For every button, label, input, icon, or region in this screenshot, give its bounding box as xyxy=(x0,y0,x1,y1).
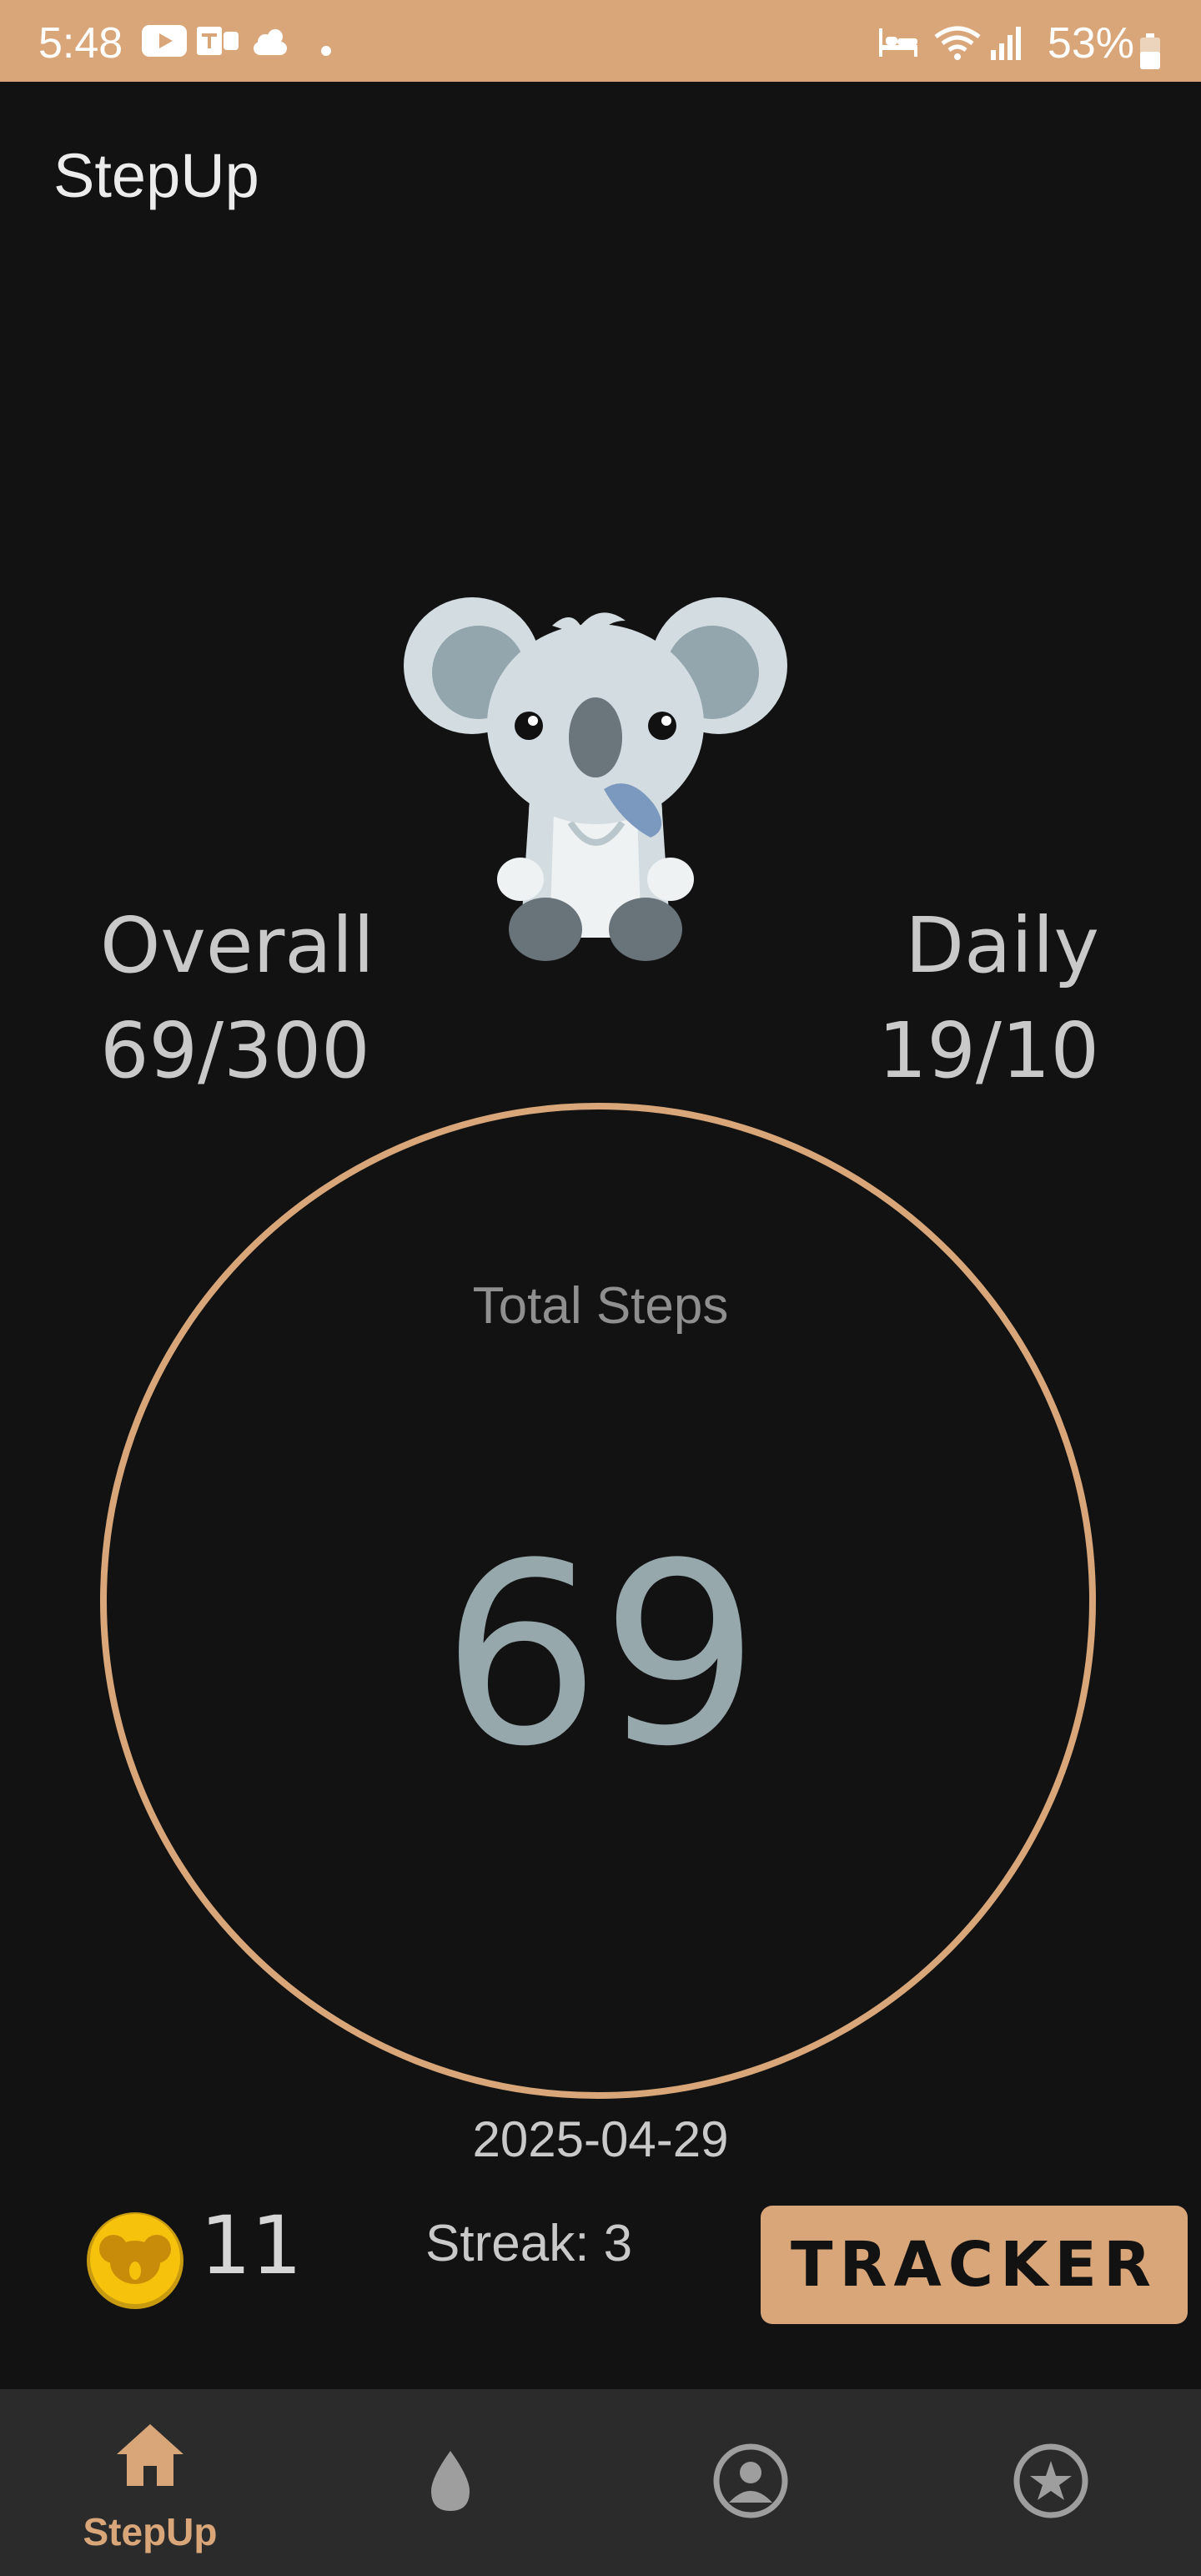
coin-icon xyxy=(87,2212,183,2309)
status-time: 5:48 xyxy=(38,19,123,68)
overall-value: 69/300 xyxy=(100,1006,370,1095)
drop-icon xyxy=(431,2451,470,2511)
weather-icon xyxy=(254,29,287,55)
dot-icon xyxy=(321,46,331,56)
nav-label-stepup: StepUp xyxy=(83,2510,218,2553)
teams-icon xyxy=(197,27,239,55)
tracker-button[interactable]: TRACKER xyxy=(761,2206,1188,2324)
koala-mascot xyxy=(404,597,787,961)
star-icon xyxy=(1013,2443,1088,2518)
battery-icon xyxy=(1140,33,1160,69)
youtube-icon xyxy=(142,25,187,57)
date-label: 2025-04-29 xyxy=(472,2111,729,2167)
coins-count: 11 xyxy=(200,2199,303,2292)
app-title: StepUp xyxy=(53,141,259,210)
signal-icon xyxy=(991,27,1021,60)
streak-label: Streak: 3 xyxy=(425,2215,633,2272)
battery-percent: 53% xyxy=(1047,19,1134,68)
daily-value: 19/10 xyxy=(877,1006,1099,1095)
home-icon xyxy=(117,2424,183,2486)
bed-icon xyxy=(879,28,917,57)
nav-item-profile[interactable] xyxy=(600,2389,901,2576)
nav-item-drop[interactable] xyxy=(300,2389,600,2576)
status-bar: 5:48 53% xyxy=(0,0,1201,82)
total-steps-value: 69 xyxy=(441,1510,760,1801)
daily-label: Daily xyxy=(905,901,1099,990)
total-steps-label: Total Steps xyxy=(472,1277,729,1335)
bottom-nav: StepUp xyxy=(0,2389,1201,2576)
overall-label: Overall xyxy=(100,901,374,990)
wifi-icon xyxy=(934,26,981,60)
profile-icon xyxy=(713,2443,788,2518)
nav-item-star[interactable] xyxy=(901,2389,1201,2576)
nav-item-stepup[interactable]: StepUp xyxy=(0,2389,300,2576)
